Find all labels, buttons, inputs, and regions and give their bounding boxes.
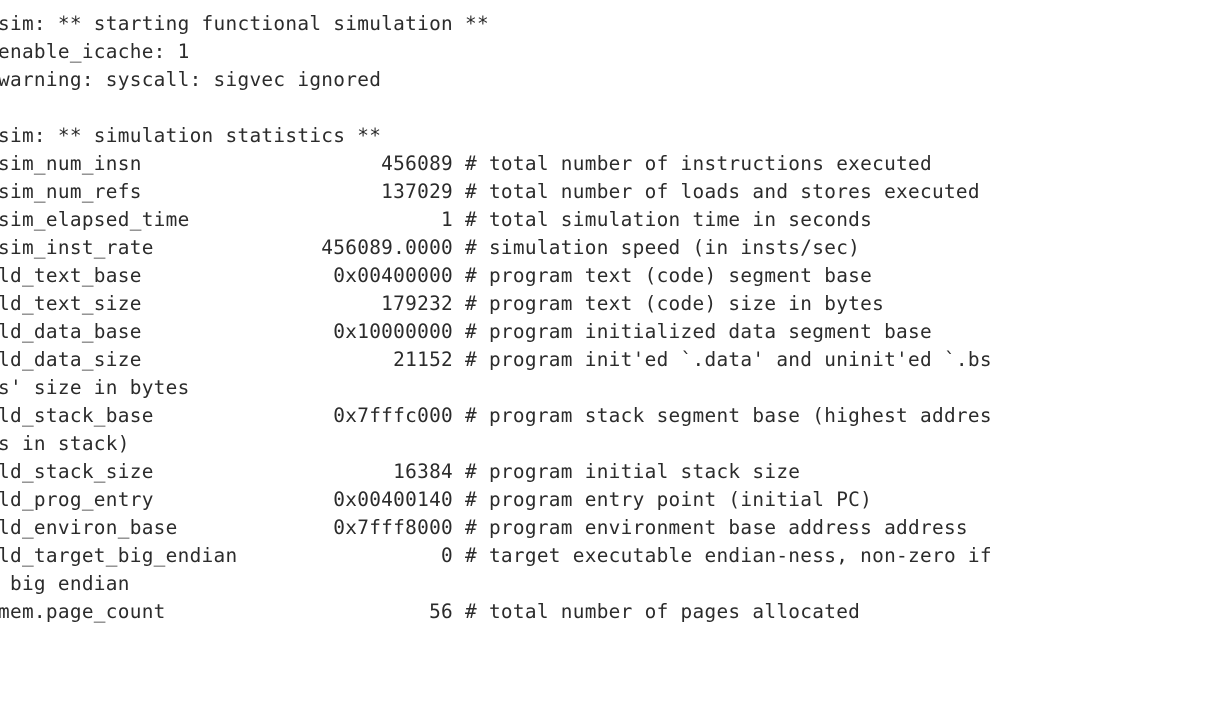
output-line: sim_num_insn 456089 # total number of in… [0, 152, 932, 175]
output-line: ld_data_size 21152 # program init'ed `.d… [0, 348, 992, 371]
output-line: ld_text_base 0x00400000 # program text (… [0, 264, 873, 287]
output-line: ld_environ_base 0x7fff8000 # program env… [0, 516, 968, 539]
output-line: warning: syscall: sigvec ignored [0, 68, 382, 91]
output-line: sim_num_refs 137029 # total number of lo… [0, 180, 980, 203]
output-line: s in stack) [0, 432, 130, 455]
output-line: s' size in bytes [0, 376, 190, 399]
output-line: sim_inst_rate 456089.0000 # simulation s… [0, 236, 861, 259]
output-line: ld_text_size 179232 # program text (code… [0, 292, 885, 315]
output-line: sim: ** starting functional simulation *… [0, 12, 489, 35]
output-line: sim_elapsed_time 1 # total simulation ti… [0, 208, 873, 231]
output-line: ld_stack_base 0x7fffc000 # program stack… [0, 404, 992, 427]
output-line: big endian [0, 572, 130, 595]
terminal-output[interactable]: sim: ** starting functional simulation *… [0, 0, 1210, 722]
output-line: ld_target_big_endian 0 # target executab… [0, 544, 992, 567]
output-line: sim: ** simulation statistics ** [0, 124, 382, 147]
output-line: mem.page_count 56 # total number of page… [0, 600, 861, 623]
output-line: ld_data_base 0x10000000 # program initia… [0, 320, 932, 343]
output-line: ld_prog_entry 0x00400140 # program entry… [0, 488, 873, 511]
output-line: enable_icache: 1 [0, 40, 190, 63]
output-line: ld_stack_size 16384 # program initial st… [0, 460, 801, 483]
